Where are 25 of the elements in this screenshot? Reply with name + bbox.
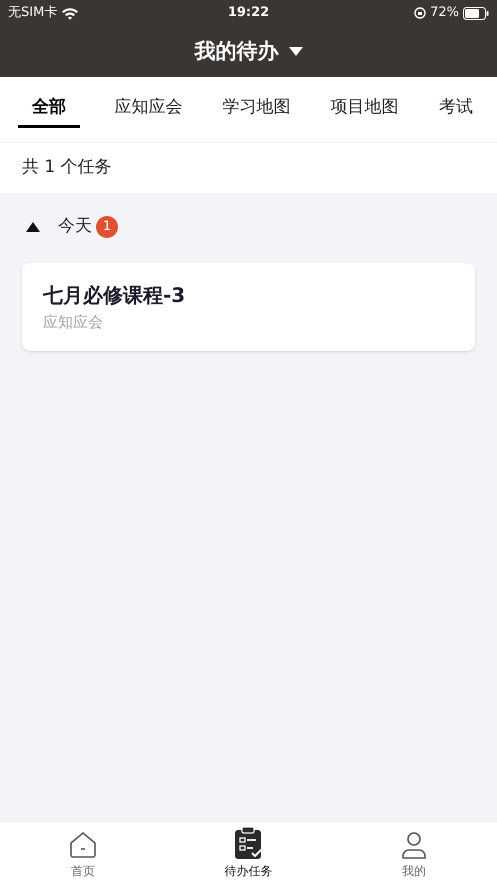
carrier-text: 无SIM卡 xyxy=(8,4,58,22)
wifi-icon xyxy=(61,6,80,20)
tab[interactable]: 学习地图 xyxy=(216,91,296,128)
count-badge: 1 xyxy=(96,216,118,238)
person-icon xyxy=(400,831,428,859)
home-icon xyxy=(68,831,97,859)
group-label: 今天 xyxy=(58,215,92,238)
nav-tab[interactable]: 待办任务 xyxy=(166,822,332,883)
tab[interactable]: 考试 xyxy=(432,91,479,128)
clock-text: 19:22 xyxy=(228,4,270,22)
task-category: 应知应会 xyxy=(43,313,104,331)
battery-icon xyxy=(463,6,490,20)
collapse-toggle-icon[interactable] xyxy=(26,222,40,232)
dropdown-caret-icon[interactable] xyxy=(288,46,302,56)
task-card[interactable]: 七月必修课程-3 应知应会 xyxy=(22,263,475,351)
task-title: 七月必修课程-3 xyxy=(43,283,186,307)
tab[interactable]: 全部 xyxy=(18,91,80,128)
page-title[interactable]: 我的待办 xyxy=(194,36,278,68)
rotation-lock-icon xyxy=(414,7,426,19)
nav-tab[interactable]: 我的 xyxy=(331,822,497,883)
tab[interactable]: 项目地图 xyxy=(324,91,405,128)
task-count-text: 共 1 个任务 xyxy=(0,143,497,193)
nav-tab[interactable]: 首页 xyxy=(0,822,166,883)
tab[interactable]: 应知应会 xyxy=(108,91,188,128)
battery-text: 72% xyxy=(430,4,460,22)
